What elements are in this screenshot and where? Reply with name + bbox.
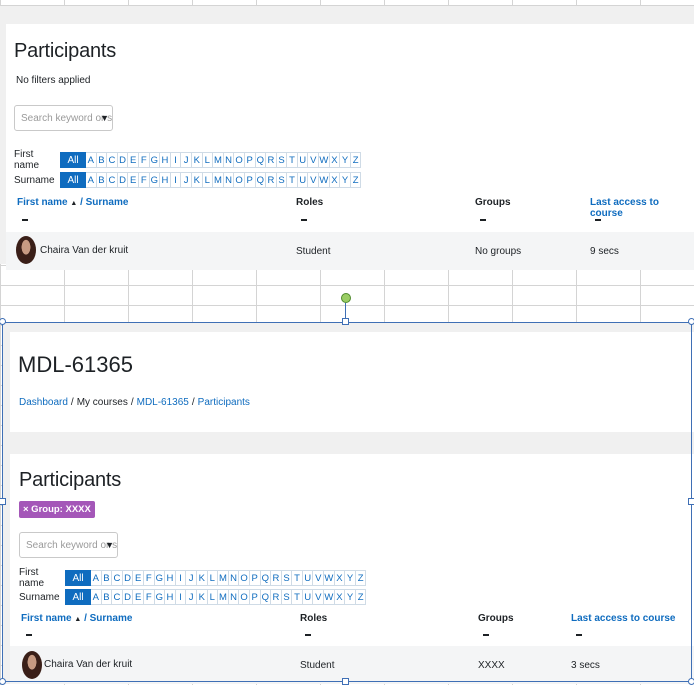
initial-letter-h[interactable]: H	[160, 172, 171, 188]
initial-letter-q[interactable]: Q	[255, 172, 267, 188]
participant-last-access: 9 secs	[590, 246, 619, 257]
initial-letter-q[interactable]: Q	[255, 152, 267, 168]
initial-letter-r[interactable]: R	[266, 172, 277, 188]
collapse-name-icon[interactable]	[22, 219, 28, 221]
search-input[interactable]: Search keyword or select filter ▼	[14, 105, 113, 131]
resize-handle-left[interactable]	[0, 498, 6, 505]
filters-status: No filters applied	[16, 75, 91, 86]
collapse-access-icon[interactable]	[595, 219, 601, 221]
surname-initials: Surname All ABCDEFGHIJKLMNOPQRSTUVWXYZ	[14, 172, 362, 188]
column-header-name: First name ▲ / Surname	[17, 197, 128, 208]
initial-letter-w[interactable]: W	[319, 152, 330, 168]
initial-all-button[interactable]: All	[60, 172, 86, 188]
initial-letter-l[interactable]: L	[202, 152, 214, 168]
chevron-down-icon[interactable]: ▼	[100, 113, 109, 123]
initial-letter-d[interactable]: D	[117, 172, 129, 188]
initial-letter-h[interactable]: H	[160, 152, 171, 168]
resize-handle-bottom[interactable]	[342, 678, 349, 685]
initial-letter-n[interactable]: N	[223, 152, 235, 168]
initial-letter-j[interactable]: J	[181, 172, 192, 188]
initial-all-button[interactable]: All	[60, 152, 86, 168]
initial-letter-p[interactable]: P	[244, 172, 256, 188]
initial-letter-s[interactable]: S	[276, 172, 288, 188]
initial-letter-f[interactable]: F	[138, 152, 150, 168]
sort-asc-icon: ▲	[70, 200, 78, 207]
initial-letter-x[interactable]: X	[329, 172, 341, 188]
page-title: Participants	[14, 40, 117, 62]
collapse-roles-icon[interactable]	[301, 219, 307, 221]
resize-handle-top[interactable]	[342, 318, 349, 325]
image-selection-frame	[2, 322, 692, 682]
initial-letter-i[interactable]: I	[170, 152, 182, 168]
initial-letter-t[interactable]: T	[287, 172, 298, 188]
initial-letter-x[interactable]: X	[329, 152, 341, 168]
initial-letter-s[interactable]: S	[276, 152, 288, 168]
initial-letter-o[interactable]: O	[234, 152, 245, 168]
initial-letter-j[interactable]: J	[181, 152, 192, 168]
initial-letter-k[interactable]: K	[191, 172, 203, 188]
rotate-handle[interactable]	[341, 293, 351, 303]
initial-letter-e[interactable]: E	[128, 152, 139, 168]
initial-letter-t[interactable]: T	[287, 152, 298, 168]
initial-letter-u[interactable]: U	[297, 152, 309, 168]
column-header-groups: Groups	[475, 197, 511, 208]
letters-first-top: ABCDEFGHIJKLMNOPQRSTUVWXYZ	[86, 152, 362, 168]
participants-card: Participants No filters applied Search k…	[6, 24, 694, 270]
initial-letter-b[interactable]: B	[96, 152, 108, 168]
initial-letter-b[interactable]: B	[96, 172, 108, 188]
column-header-roles: Roles	[296, 197, 324, 208]
collapse-groups-icon[interactable]	[480, 219, 486, 221]
participant-name-link[interactable]: Chaira Van der kruit	[40, 245, 128, 256]
initial-letter-c[interactable]: C	[107, 172, 118, 188]
resize-handle-top-right[interactable]	[688, 318, 694, 325]
initial-letter-g[interactable]: G	[149, 152, 161, 168]
initial-letter-z[interactable]: Z	[350, 172, 362, 188]
initial-letter-r[interactable]: R	[266, 152, 277, 168]
initial-letter-m[interactable]: M	[213, 152, 224, 168]
initial-letter-f[interactable]: F	[138, 172, 150, 188]
initial-letter-v[interactable]: V	[308, 152, 320, 168]
avatar	[16, 236, 36, 264]
initial-letter-c[interactable]: C	[107, 152, 118, 168]
initial-letter-p[interactable]: P	[244, 152, 256, 168]
column-header-last-access[interactable]: Last access to course	[590, 197, 694, 219]
initial-letter-e[interactable]: E	[128, 172, 139, 188]
initial-letter-v[interactable]: V	[308, 172, 320, 188]
initial-letter-a[interactable]: A	[86, 152, 97, 168]
top-screenshot: Participants No filters applied Search k…	[0, 6, 694, 270]
initial-letter-i[interactable]: I	[170, 172, 182, 188]
initial-letter-d[interactable]: D	[117, 152, 129, 168]
sort-surname-link[interactable]: / Surname	[80, 197, 128, 208]
initial-letter-o[interactable]: O	[234, 172, 245, 188]
sort-first-name-link[interactable]: First name	[17, 197, 68, 208]
participant-role: Student	[296, 246, 331, 257]
initial-letter-u[interactable]: U	[297, 172, 309, 188]
resize-handle-bottom-right[interactable]	[688, 678, 694, 685]
letters-surname-top: ABCDEFGHIJKLMNOPQRSTUVWXYZ	[86, 172, 362, 188]
initial-letter-w[interactable]: W	[319, 172, 330, 188]
participant-groups: No groups	[475, 246, 522, 257]
initial-letter-k[interactable]: K	[191, 152, 203, 168]
initial-letter-l[interactable]: L	[202, 172, 214, 188]
surname-label: Surname	[14, 174, 55, 186]
initial-letter-a[interactable]: A	[86, 172, 97, 188]
initial-letter-y[interactable]: Y	[340, 172, 351, 188]
initial-letter-g[interactable]: G	[149, 172, 161, 188]
first-name-initials: First name All ABCDEFGHIJKLMNOPQRSTUVWXY…	[14, 149, 362, 171]
resize-handle-right[interactable]	[688, 498, 694, 505]
initial-letter-z[interactable]: Z	[350, 152, 362, 168]
initial-letter-n[interactable]: N	[223, 172, 235, 188]
initial-letter-m[interactable]: M	[213, 172, 224, 188]
first-name-label: First name	[14, 149, 40, 171]
initial-letter-y[interactable]: Y	[340, 152, 351, 168]
